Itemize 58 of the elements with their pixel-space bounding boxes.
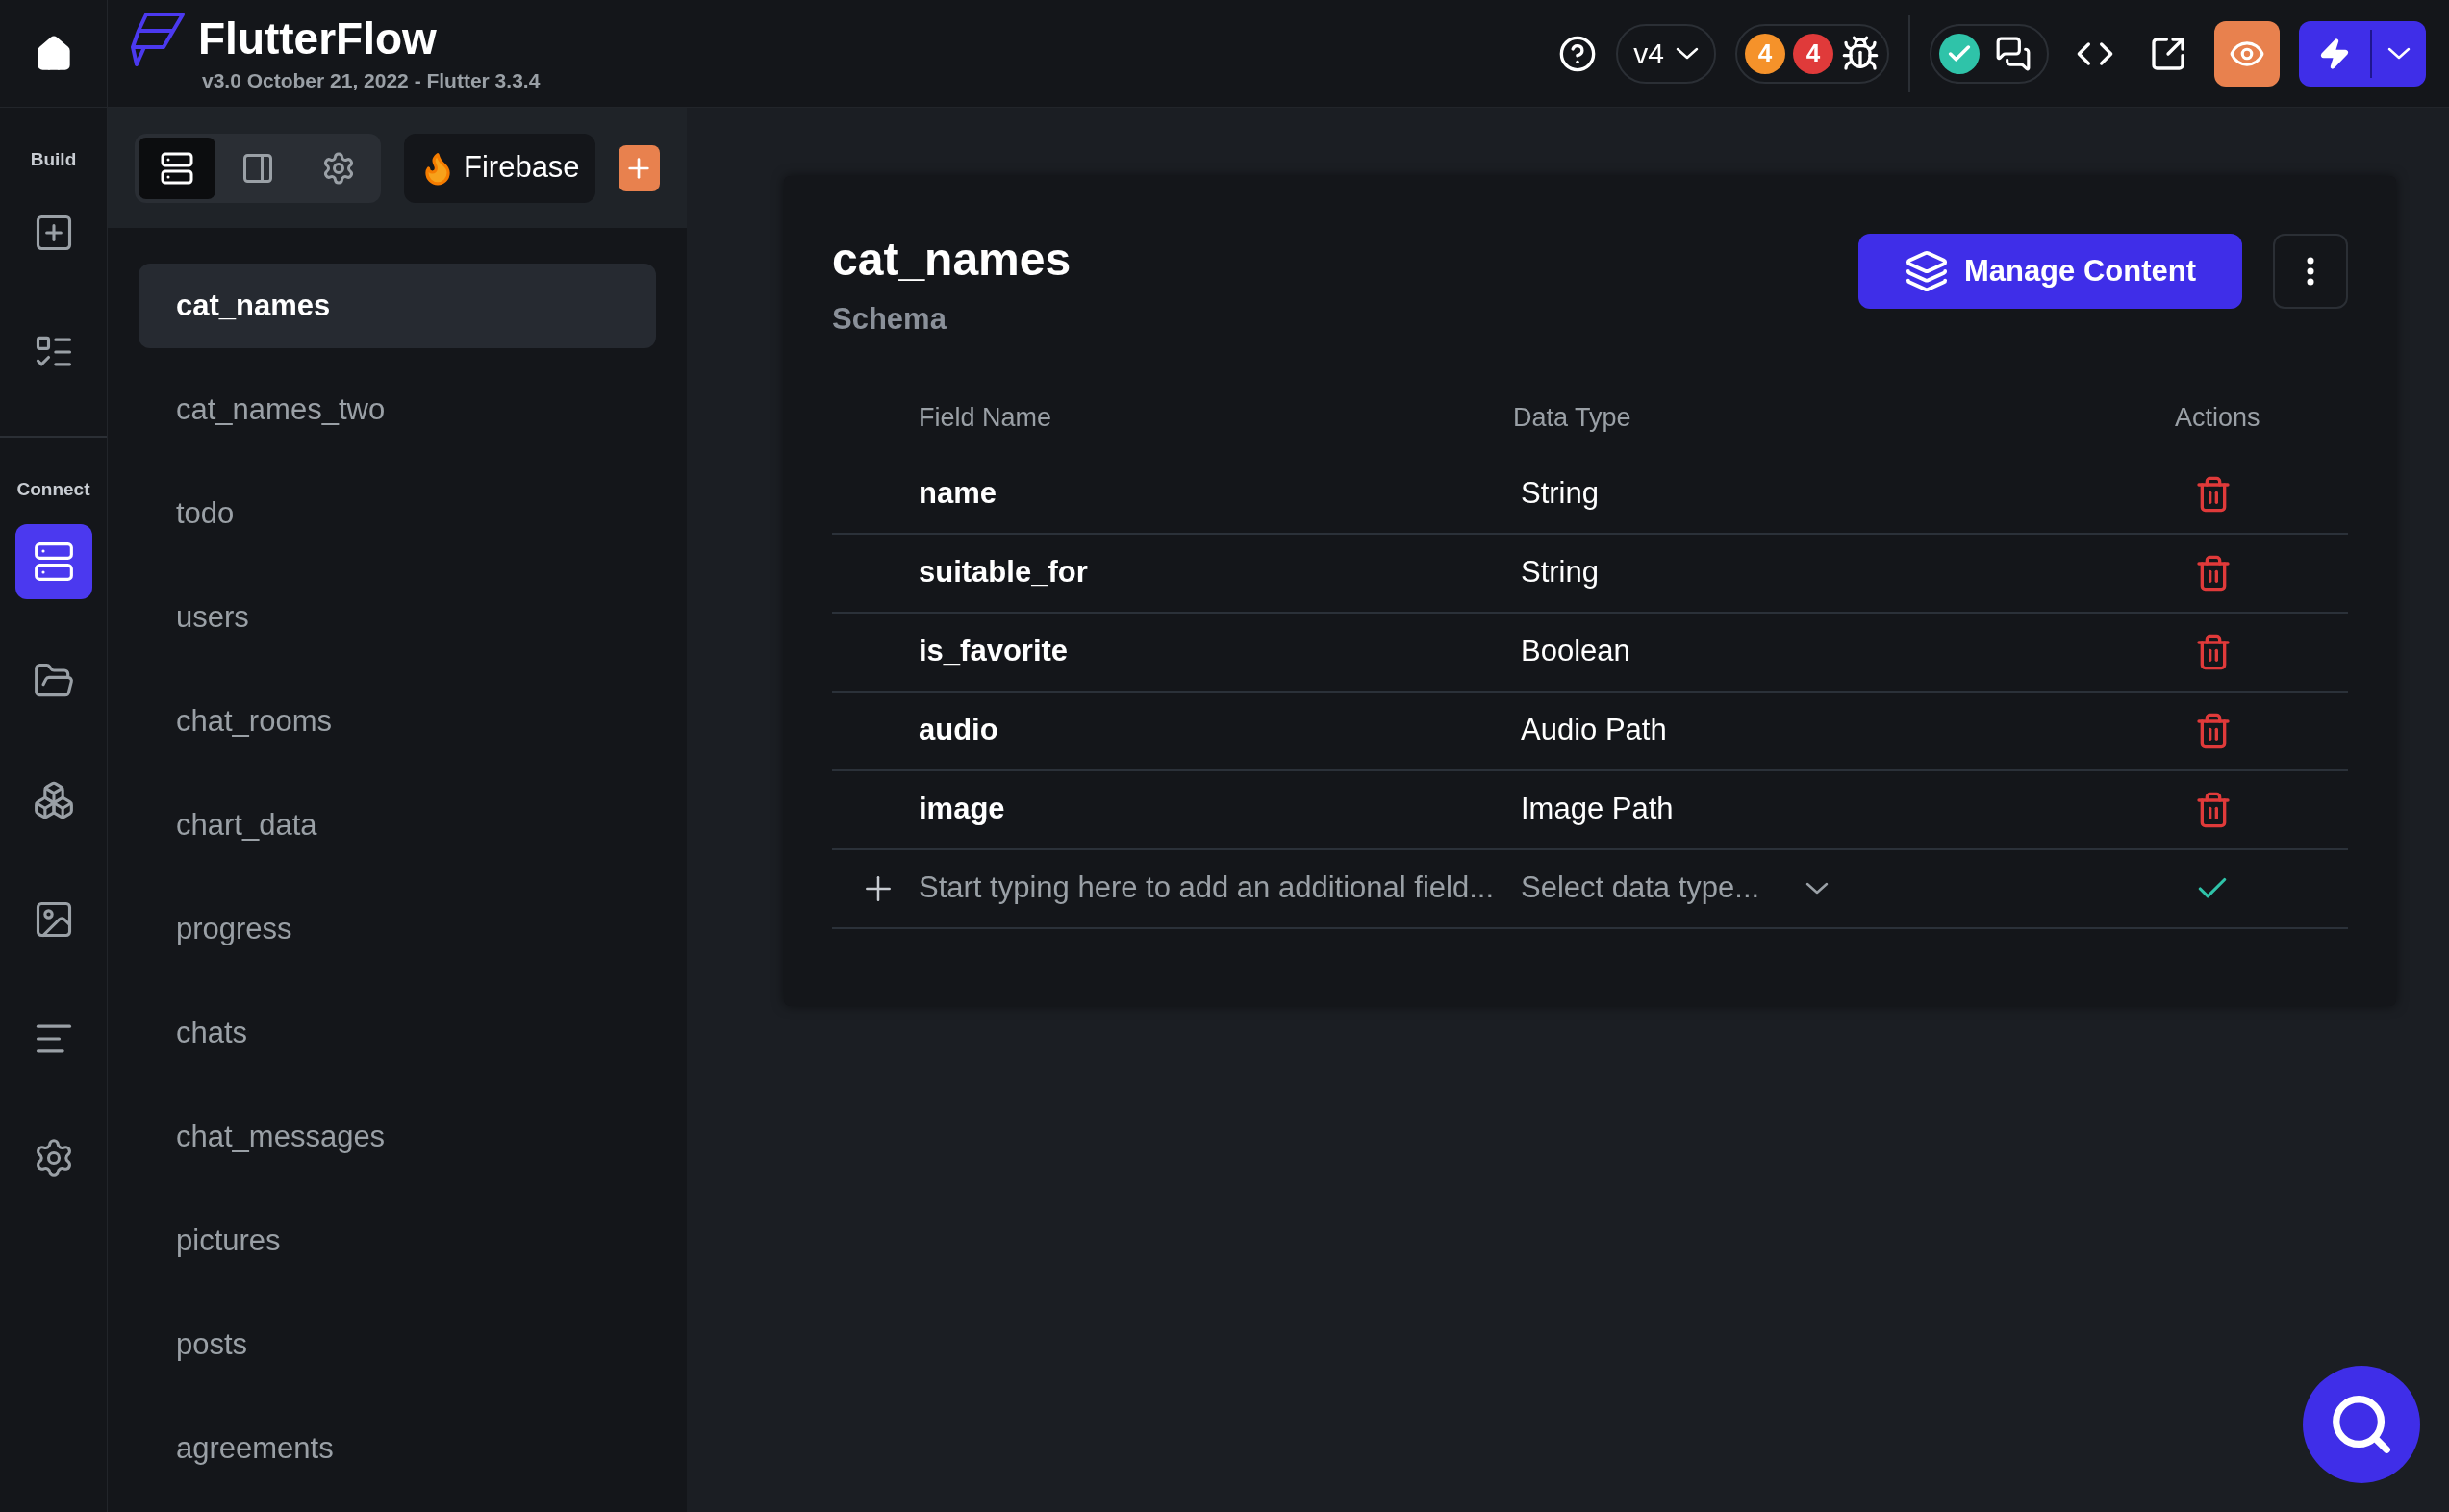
lightning-icon	[2318, 37, 2351, 70]
preview-button[interactable]	[2214, 20, 2280, 87]
data-type: String	[1520, 554, 1600, 592]
error-count[interactable]: 4	[1793, 33, 1833, 74]
collection-title: cat_names	[832, 234, 1072, 286]
run-button[interactable]	[2299, 20, 2426, 87]
help-icon	[1558, 34, 1598, 73]
column-header: Field Name	[919, 402, 1053, 435]
manage-content-button[interactable]: Manage Content	[1857, 234, 2242, 309]
comments-icon[interactable]	[1995, 35, 2032, 72]
field-name: suitable_for	[919, 554, 1089, 592]
field-name: is_favorite	[919, 633, 1070, 670]
field-name: image	[919, 791, 1006, 828]
logo-icon	[131, 11, 187, 69]
collection-item[interactable]: cat_names	[139, 264, 656, 348]
chevron-down-icon	[1805, 882, 1830, 895]
schema-subtitle: Schema	[832, 301, 948, 338]
database-icon	[160, 150, 194, 186]
app-title: FlutterFlow	[198, 12, 438, 65]
add-collection-button[interactable]	[618, 144, 660, 191]
more-button[interactable]	[2273, 234, 2348, 309]
collection-item[interactable]: pictures	[139, 1198, 656, 1283]
version-dropdown[interactable]: v4	[1616, 23, 1716, 84]
data-type: String	[1520, 475, 1600, 513]
collection-item[interactable]: chats	[139, 991, 656, 1075]
field-name: audio	[919, 712, 999, 749]
layers-icon	[1904, 249, 1949, 293]
data-type: Boolean	[1520, 633, 1631, 670]
database-icon	[32, 541, 75, 583]
boxes-icon	[32, 779, 75, 821]
chevron-down-icon	[1676, 47, 1699, 60]
column-header: Data Type	[1513, 402, 1632, 435]
more-icon	[2307, 257, 2314, 286]
collection-item[interactable]: chat_messages	[139, 1095, 656, 1179]
collection-item[interactable]: progress	[139, 887, 656, 971]
collection-item[interactable]: users	[139, 575, 656, 660]
settings-icon	[321, 150, 356, 186]
rail-button[interactable]	[14, 524, 92, 599]
firebase-button[interactable]: Firebase	[404, 133, 595, 203]
data-type: Image Path	[1520, 791, 1675, 828]
view-tab[interactable]	[139, 137, 215, 199]
collection-item[interactable]: agreements	[139, 1406, 656, 1491]
field-name: name	[919, 475, 997, 513]
data-type-dropdown[interactable]: Select data type...	[1513, 866, 2175, 911]
help-button[interactable]	[1558, 34, 1598, 73]
check-badge-icon[interactable]	[1939, 33, 1980, 74]
collection-item[interactable]: chat_rooms	[139, 679, 656, 764]
section-label: Build	[30, 148, 77, 171]
column-header: Actions	[2175, 402, 2261, 435]
collection-item[interactable]: cat_names_two	[139, 367, 656, 452]
collection-item[interactable]: posts	[139, 1302, 656, 1387]
collection-item[interactable]: chart_data	[139, 783, 656, 868]
collection-item[interactable]: todo	[139, 471, 656, 556]
field-name-input[interactable]: Start typing here to add an additional field...	[919, 866, 1513, 911]
chevron-down-icon	[2387, 47, 2411, 60]
version-text: v3.0 October 21, 2022 - Flutter 3.3.4	[202, 67, 541, 93]
data-type: Audio Path	[1520, 712, 1668, 749]
section-label: Connect	[16, 477, 90, 501]
